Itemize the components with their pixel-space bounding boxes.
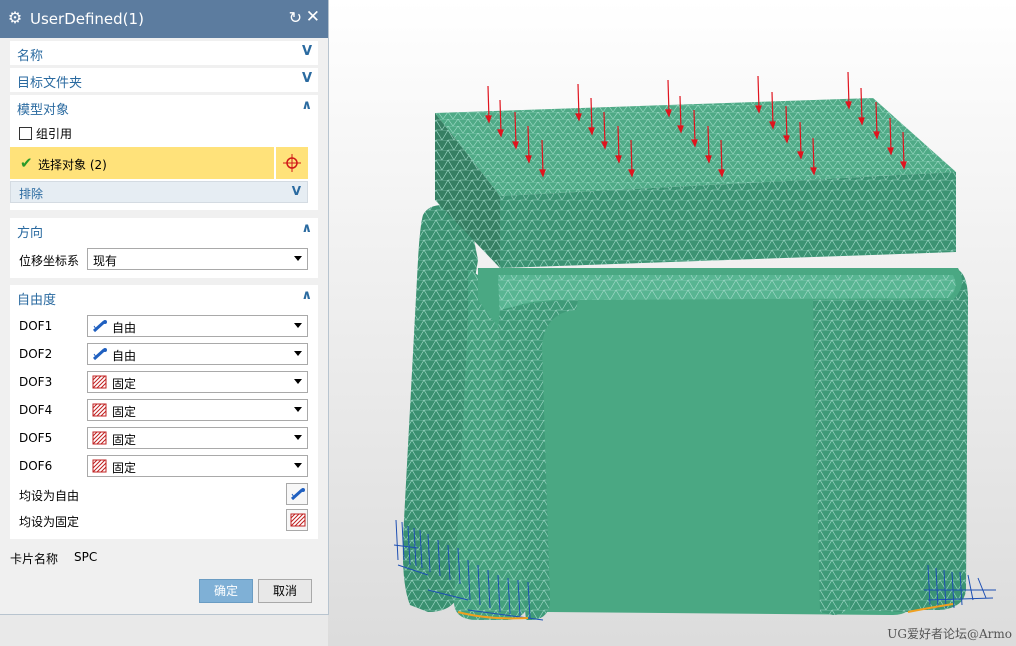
dof-label: DOF2 [19, 347, 53, 361]
exclude-subgroup[interactable]: 排除 V [10, 181, 308, 203]
stool-seat-block [435, 98, 956, 268]
ok-button[interactable]: 确定 [199, 579, 253, 603]
chevron-down-icon[interactable]: V [302, 71, 312, 86]
crosshair-icon [283, 154, 301, 172]
component-ref-label: 组引用 [36, 127, 73, 141]
watermark: UG爱好者论坛@Armo [887, 627, 1012, 641]
dropdown-arrow-icon [294, 407, 302, 412]
fixed-dof-icon [92, 431, 107, 445]
fixed-dof-icon [92, 459, 107, 473]
dof-value: 自由 [112, 321, 137, 335]
userdefined-dialog: ⚙ UserDefined(1) ↻ ✕ 名称 V 目标文件夹 V 模型对象 ∧ 组引… [0, 0, 329, 615]
group-direction-label: 方向 [17, 226, 44, 241]
dof-label: DOF5 [19, 431, 53, 445]
dof-select[interactable]: 自由 [87, 315, 308, 337]
dropdown-arrow-icon [294, 351, 302, 356]
dof-label: DOF6 [19, 459, 53, 473]
dropdown-arrow-icon [294, 256, 302, 261]
select-object-label: 选择对象 (2) [38, 158, 107, 172]
set-all-fixed-button[interactable] [286, 509, 308, 531]
dropdown-arrow-icon [294, 463, 302, 468]
cancel-button[interactable]: 取消 [258, 579, 312, 603]
dropdown-arrow-icon [294, 323, 302, 328]
dof-label: DOF3 [19, 375, 53, 389]
group-dof: 自由度 ∧ DOF1 自由 DOF2 自由 DOF3 固定 DOF4 固定 DOF5 固定 DOF6 固… [10, 285, 318, 539]
checkmark-icon: ✔ [20, 154, 33, 172]
exclude-label: 排除 [19, 187, 44, 201]
dialog-title-bar: ⚙ UserDefined(1) ↻ ✕ [0, 0, 328, 38]
close-icon[interactable]: ✕ [306, 8, 320, 26]
dof-select[interactable]: 固定 [87, 399, 308, 421]
group-name-label: 名称 [17, 49, 44, 64]
set-all-free-label: 均设为自由 [19, 489, 80, 503]
reset-icon[interactable]: ↻ [289, 9, 302, 27]
dialog-title: UserDefined(1) [30, 10, 144, 28]
dof-value: 固定 [112, 405, 137, 419]
group-target-folder-label: 目标文件夹 [17, 76, 83, 91]
dof-select[interactable]: 固定 [87, 371, 308, 393]
free-dof-icon [92, 347, 107, 361]
gear-icon: ⚙ [7, 8, 23, 27]
group-model-object: 模型对象 ∧ 组引用 ✔ 选择对象 (2) 排除 V [10, 95, 318, 210]
dof-select[interactable]: 固定 [87, 427, 308, 449]
dof-select[interactable]: 固定 [87, 455, 308, 477]
chevron-up-icon[interactable]: ∧ [301, 98, 312, 113]
dof-value: 固定 [112, 433, 137, 447]
fixed-dof-icon [92, 403, 107, 417]
fixed-dof-icon [290, 513, 306, 527]
set-all-free-button[interactable] [286, 483, 308, 505]
group-dof-label: 自由度 [17, 293, 57, 308]
dof-label: DOF4 [19, 403, 53, 417]
dof-value: 自由 [112, 349, 137, 363]
dof-label: DOF1 [19, 319, 53, 333]
fixed-dof-icon [92, 375, 107, 389]
graphics-viewport[interactable]: UG爱好者论坛@Armo [328, 0, 1016, 646]
set-all-fixed-label: 均设为固定 [19, 515, 80, 529]
chevron-down-icon[interactable]: V [302, 44, 312, 59]
group-direction: 方向 ∧ 位移坐标系 现有 [10, 218, 318, 278]
dof-value: 固定 [112, 377, 137, 391]
card-name-label: 卡片名称 [10, 552, 59, 566]
chevron-up-icon[interactable]: ∧ [301, 221, 312, 236]
point-picker-button[interactable] [276, 147, 308, 179]
group-name[interactable]: 名称 V [10, 41, 318, 65]
dof-select[interactable]: 自由 [87, 343, 308, 365]
group-target-folder[interactable]: 目标文件夹 V [10, 68, 318, 92]
select-object-row[interactable]: ✔ 选择对象 (2) [10, 147, 274, 179]
meshed-stool-model [393, 71, 996, 621]
dropdown-arrow-icon [294, 435, 302, 440]
card-name-value: SPC [74, 550, 98, 564]
displacement-csys-select[interactable]: 现有 [87, 248, 308, 270]
displacement-csys-label: 位移坐标系 [19, 254, 80, 268]
group-model-object-label: 模型对象 [17, 103, 70, 118]
component-ref-checkbox[interactable] [19, 127, 32, 140]
stool-front-apron [478, 268, 962, 620]
dof-value: 固定 [112, 461, 137, 475]
displacement-csys-value: 现有 [93, 254, 118, 268]
dropdown-arrow-icon [294, 379, 302, 384]
chevron-up-icon[interactable]: ∧ [301, 288, 312, 303]
free-dof-icon [290, 488, 305, 501]
free-dof-icon [92, 319, 107, 333]
chevron-down-icon[interactable]: V [292, 184, 301, 198]
